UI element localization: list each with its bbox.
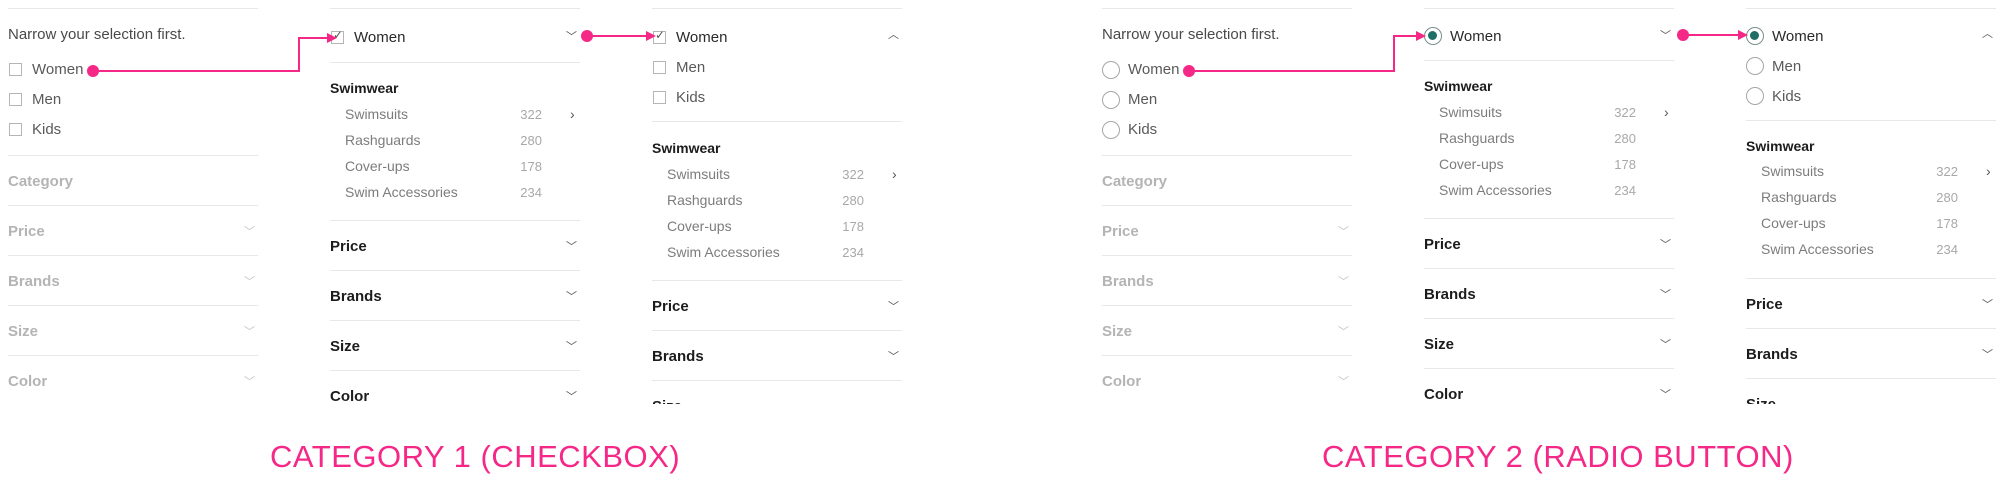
arrow-origin-dot [581,30,593,42]
flow-arrow-3 [1189,35,1421,72]
arrowhead-icon [1738,30,1748,40]
arrow-origin-dot [87,65,99,77]
arrowhead-icon [646,31,656,41]
arrowhead-icon [327,33,337,43]
arrowhead-icon [1416,31,1426,41]
flow-arrows [87,29,1748,77]
arrow-origin-dot [1677,29,1689,41]
caption-category-1: CATEGORY 1 (CHECKBOX) [270,439,681,474]
arrow-origin-dot [1183,65,1195,77]
flow-arrow-1 [93,37,332,72]
caption-category-2: CATEGORY 2 (RADIO BUTTON) [1322,439,1794,474]
